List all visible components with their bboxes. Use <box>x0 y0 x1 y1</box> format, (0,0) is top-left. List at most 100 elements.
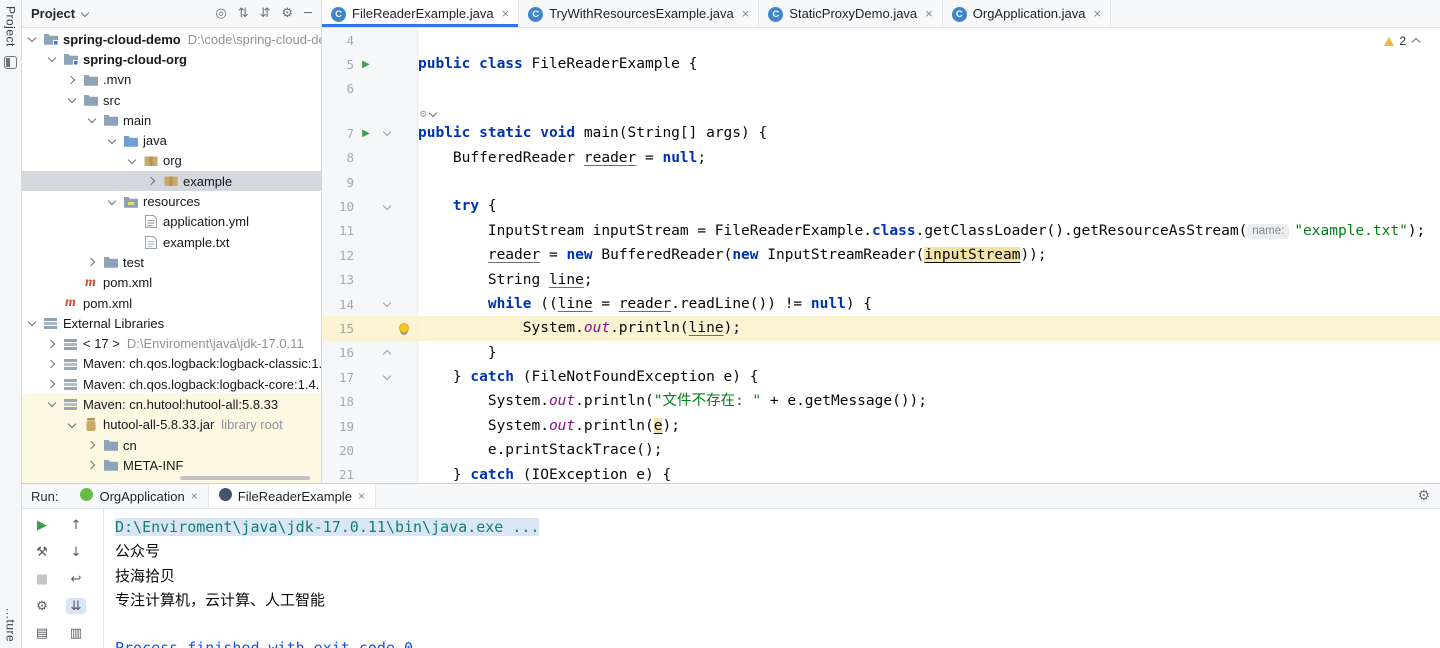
scroll-to-end-button[interactable]: ⇊ <box>66 598 86 614</box>
chevron-down-icon[interactable] <box>47 399 62 409</box>
tree-row[interactable]: .mvn <box>22 70 321 90</box>
print-button[interactable]: ▥ <box>66 625 86 641</box>
project-panel-title[interactable]: Project <box>31 6 75 21</box>
editor-tab[interactable]: COrgApplication.java× <box>943 0 1111 27</box>
chevron-right-icon[interactable] <box>47 379 62 389</box>
chevron-right-icon[interactable] <box>47 359 62 369</box>
structure-stripe-button[interactable]: ...ture <box>4 608 18 642</box>
stop-button[interactable]: ■ <box>32 571 52 587</box>
tree-row[interactable]: example <box>22 171 321 191</box>
chevron-down-icon[interactable] <box>87 115 102 125</box>
close-icon[interactable]: × <box>358 489 365 503</box>
tree-row[interactable]: Maven: cn.hutool:hutool-all:5.8.33 <box>22 394 321 414</box>
code-text[interactable]: System.out.println("文件不存在: " + e.getMess… <box>418 389 1440 413</box>
collapse-all-button[interactable]: ⇵ <box>260 6 271 21</box>
console-settings-button[interactable]: ⚙ <box>32 598 52 614</box>
tree-row[interactable]: mpom.xml <box>22 273 321 293</box>
run-tab[interactable]: FileReaderExample× <box>208 484 376 508</box>
chevron-right-icon[interactable] <box>87 257 102 267</box>
editor[interactable]: 45▶public class FileReaderExample {6⚙7▶p… <box>322 28 1440 483</box>
build-button[interactable]: ⚒ <box>32 544 52 560</box>
run-line-icon[interactable]: ▶ <box>354 59 378 70</box>
code-text[interactable]: public static void main(String[] args) { <box>418 121 1440 145</box>
tree-row[interactable]: cn <box>22 435 321 455</box>
settings-button[interactable]: ⚙ <box>282 6 294 21</box>
chevron-down-icon[interactable] <box>107 197 122 207</box>
code-text[interactable] <box>418 77 1440 101</box>
tree-row[interactable]: example.txt <box>22 232 321 252</box>
tree-row[interactable]: META-INF <box>22 455 321 475</box>
tree-row[interactable]: mpom.xml <box>22 293 321 313</box>
code-text[interactable]: System.out.println(e); <box>418 414 1440 438</box>
run-tab[interactable]: OrgApplication× <box>70 484 207 508</box>
chevron-up-icon[interactable] <box>1411 36 1422 46</box>
code-text[interactable]: String line; <box>418 268 1440 292</box>
tree-row[interactable]: spring-cloud-org <box>22 49 321 69</box>
tree-row[interactable]: main <box>22 110 321 130</box>
tree-row[interactable]: hutool-all-5.8.33.jarlibrary root <box>22 415 321 435</box>
code-text[interactable] <box>418 170 1440 194</box>
tree-row[interactable]: spring-cloud-demoD:\code\spring-cloud-de… <box>22 29 321 49</box>
project-stripe-button[interactable]: Project <box>4 6 18 47</box>
down-the-stack-trace-button[interactable]: ↓ <box>66 544 86 560</box>
chevron-down-icon[interactable] <box>47 54 62 64</box>
tree-row[interactable]: < 17 >D:\Enviroment\java\jdk-17.0.11 <box>22 333 321 353</box>
run-line-icon[interactable]: ▶ <box>354 128 378 139</box>
close-icon[interactable]: × <box>925 6 933 21</box>
chevron-right-icon[interactable] <box>67 75 82 85</box>
chevron-down-icon[interactable] <box>80 9 91 19</box>
fold-down-icon[interactable] <box>378 372 396 382</box>
editor-tab[interactable]: CFileReaderExample.java× <box>322 0 519 27</box>
code-text[interactable]: reader = new BufferedReader(new InputStr… <box>418 243 1440 267</box>
code-text[interactable]: } <box>418 341 1440 365</box>
tree-row[interactable]: org <box>22 151 321 171</box>
close-icon[interactable]: × <box>191 489 198 503</box>
chevron-down-icon[interactable] <box>107 136 122 146</box>
code-text[interactable]: e.printStackTrace(); <box>418 438 1440 462</box>
editor-tab[interactable]: CTryWithResourcesExample.java× <box>519 0 759 27</box>
soft-wrap-button[interactable]: ↩ <box>66 571 86 587</box>
rerun-button[interactable]: ▶ <box>32 517 52 533</box>
chevron-down-icon[interactable] <box>67 95 82 105</box>
tree-row[interactable]: External Libraries <box>22 313 321 333</box>
chevron-right-icon[interactable] <box>147 176 162 186</box>
chevron-down-icon[interactable] <box>27 34 42 44</box>
chevron-down-icon[interactable] <box>67 420 82 430</box>
chevron-right-icon[interactable] <box>47 339 62 349</box>
hide-button[interactable]: ─ <box>304 6 312 21</box>
chevron-right-icon[interactable] <box>87 460 102 470</box>
tree-row[interactable]: Maven: ch.qos.logback:logback-classic:1.… <box>22 354 321 374</box>
console-output[interactable]: D:\Enviroment\java\jdk-17.0.11\bin\java.… <box>104 509 1440 648</box>
tree-row[interactable]: test <box>22 252 321 272</box>
locate-file-button[interactable]: ◎ <box>215 6 226 21</box>
code-text[interactable]: while ((line = reader.readLine()) != nul… <box>418 292 1440 316</box>
tree-row[interactable]: application.yml <box>22 212 321 232</box>
code-text[interactable]: public class FileReaderExample { <box>418 52 1440 76</box>
code-text[interactable]: } catch (IOException e) { <box>418 463 1440 483</box>
code-text[interactable]: } catch (FileNotFoundException e) { <box>418 365 1440 389</box>
code-text[interactable]: ⚙ <box>418 101 1440 121</box>
code-text[interactable]: try { <box>418 194 1440 218</box>
project-toolwindow-icon[interactable] <box>4 56 17 69</box>
run-settings-icon[interactable]: ⚙ <box>1417 488 1430 504</box>
up-the-stack-trace-button[interactable]: ↑ <box>66 517 86 533</box>
tree-row[interactable]: Maven: ch.qos.logback:logback-core:1.4. <box>22 374 321 394</box>
chevron-down-icon[interactable] <box>27 318 42 328</box>
chevron-down-icon[interactable] <box>127 156 142 166</box>
horizontal-scrollbar-thumb[interactable] <box>180 476 310 480</box>
expand-all-button[interactable]: ⇅ <box>238 6 249 21</box>
code-text[interactable] <box>418 28 1440 52</box>
code-text[interactable]: System.out.println(line); <box>418 316 1440 340</box>
inspections-widget[interactable]: 2 <box>1380 33 1426 49</box>
fold-down-icon[interactable] <box>378 128 396 138</box>
fold-down-icon[interactable] <box>378 202 396 212</box>
fold-down-icon[interactable] <box>378 299 396 309</box>
chevron-right-icon[interactable] <box>87 440 102 450</box>
tree-row[interactable]: java <box>22 130 321 150</box>
dump-threads-button[interactable]: ▤ <box>32 625 52 641</box>
code-vision-icon[interactable]: ⚙ <box>418 102 439 121</box>
code-text[interactable]: InputStream inputStream = FileReaderExam… <box>418 219 1440 243</box>
close-icon[interactable]: × <box>742 6 750 21</box>
close-icon[interactable]: × <box>502 6 510 21</box>
intention-bulb-icon[interactable] <box>396 323 412 333</box>
